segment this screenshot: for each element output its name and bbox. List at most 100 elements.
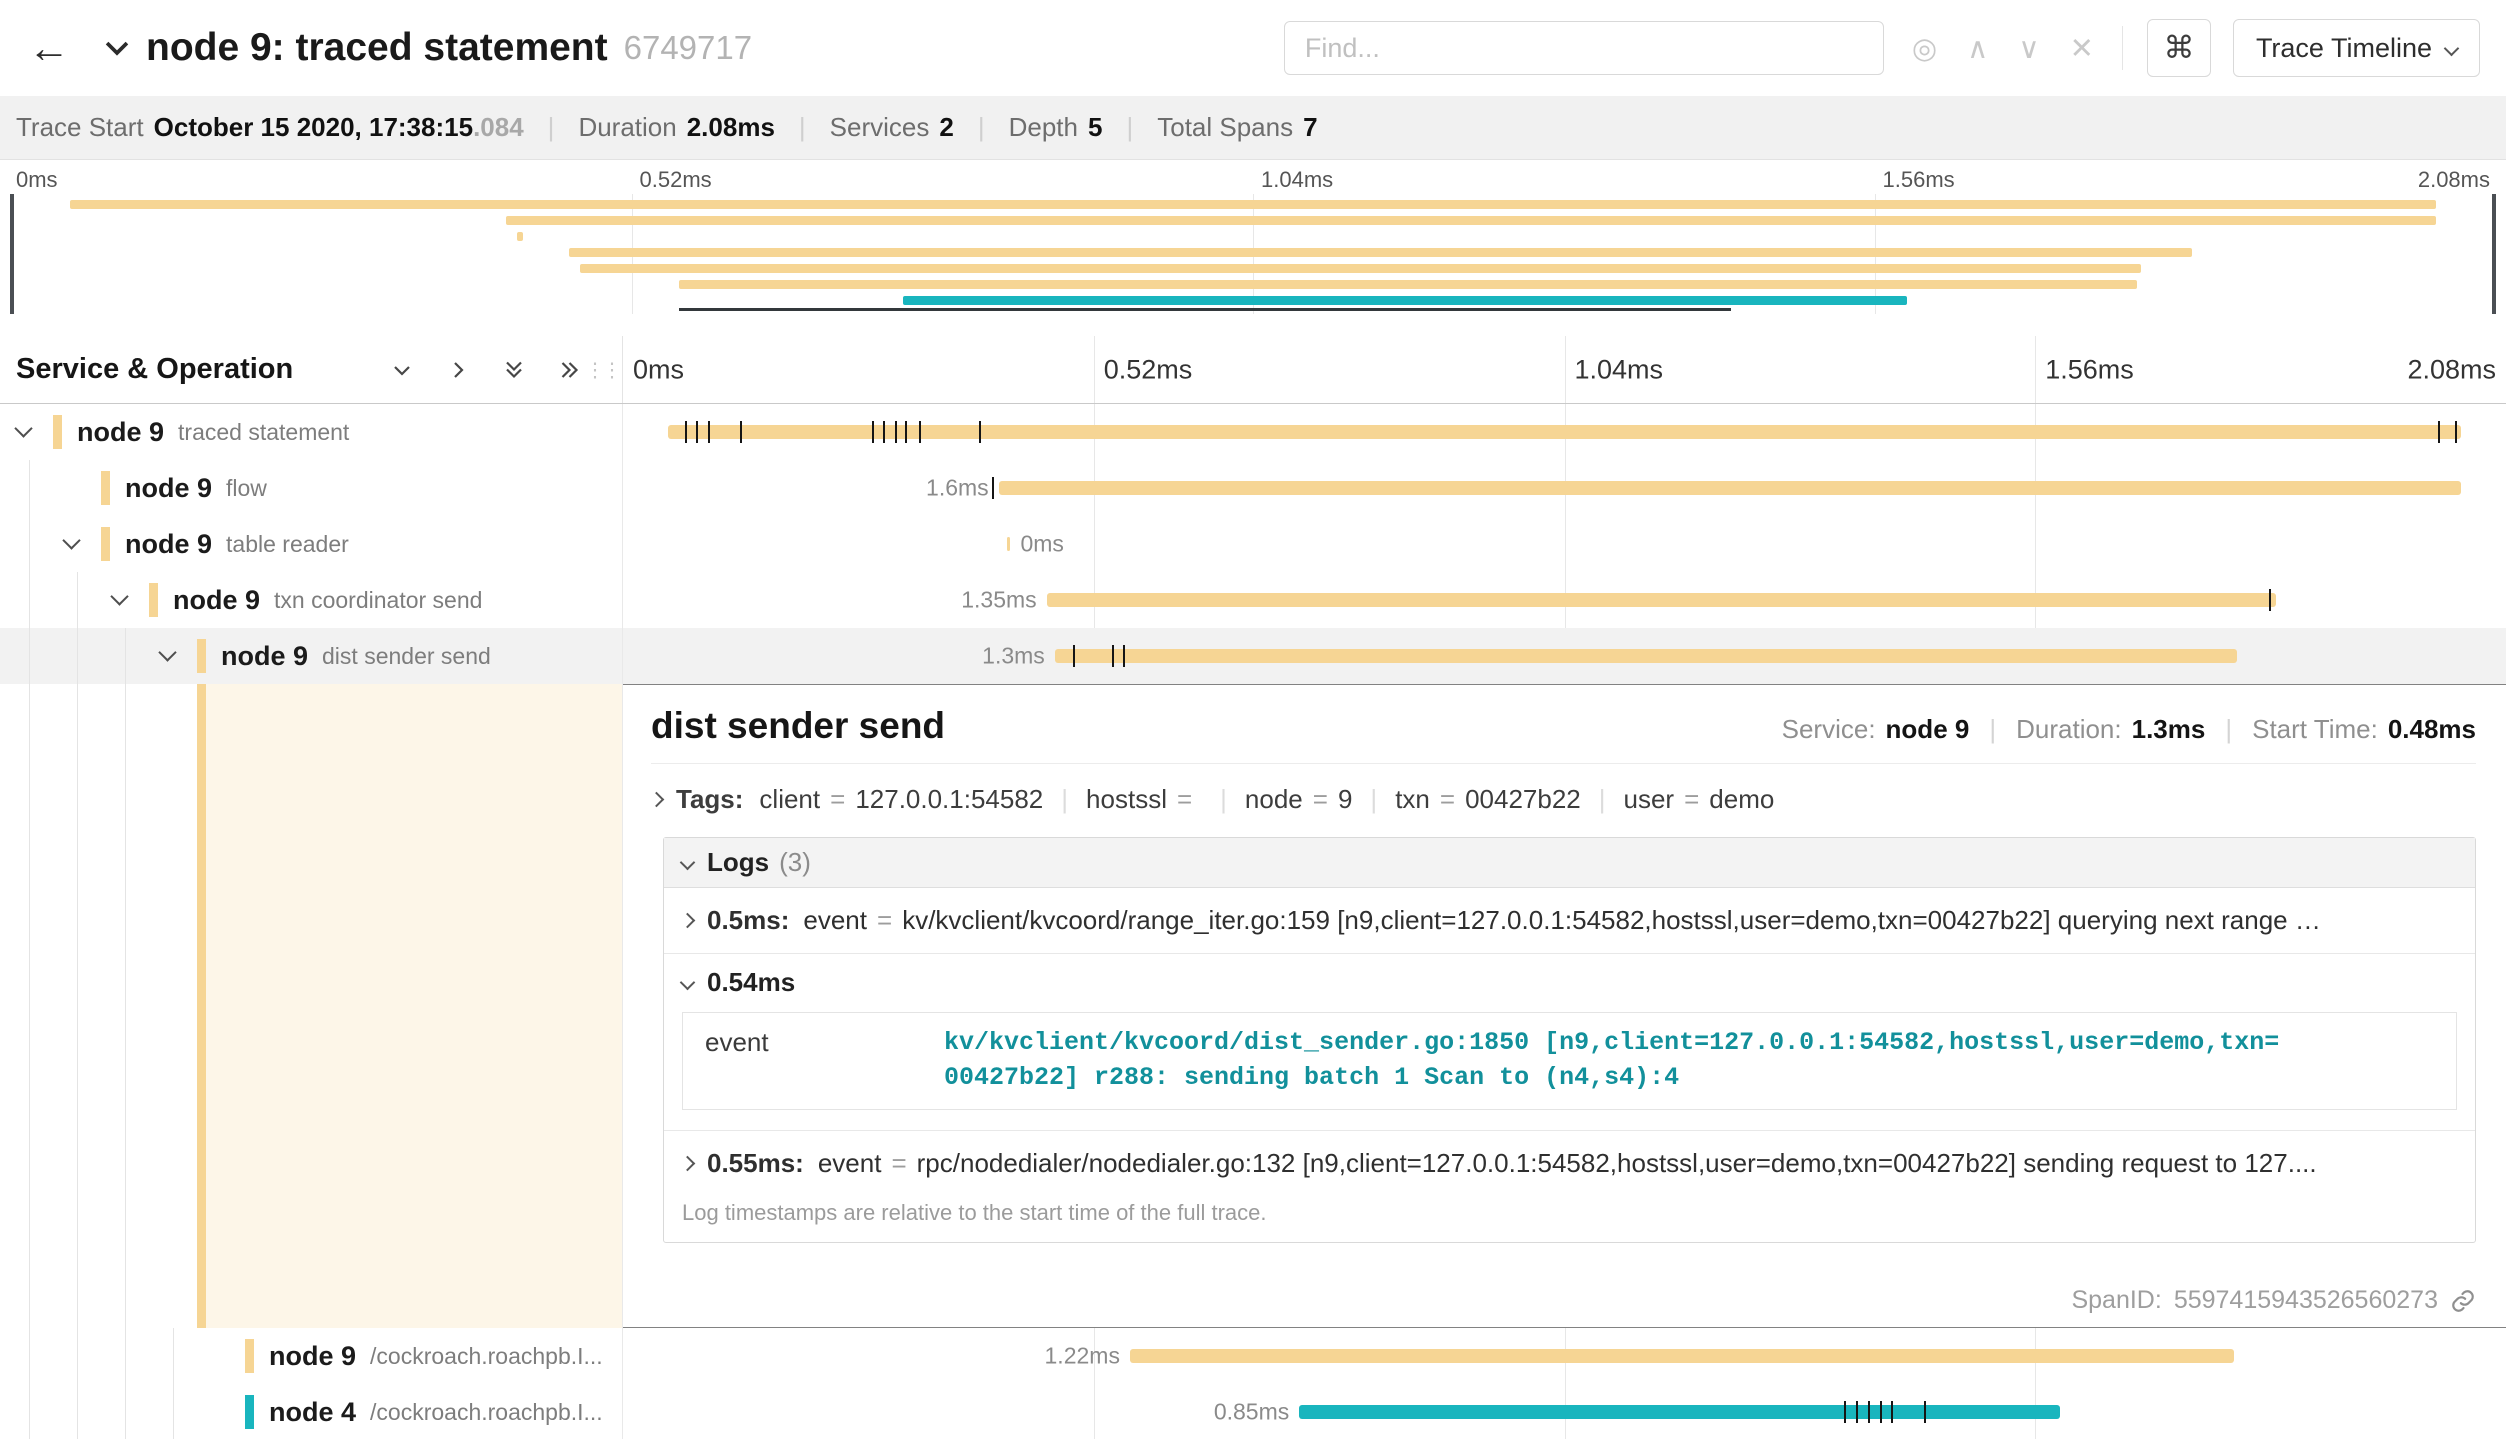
tag-equals: =: [1313, 784, 1328, 814]
chevron-down-icon[interactable]: [14, 419, 32, 437]
span-timeline-cell: 1.35ms: [623, 572, 2506, 628]
indent-guide: [29, 516, 30, 572]
span-bar[interactable]: [1299, 1405, 2059, 1419]
back-button[interactable]: ←: [14, 23, 84, 73]
span-row[interactable]: node 9txn coordinator send1.35ms: [0, 572, 2506, 628]
span-bar[interactable]: [1055, 649, 2237, 663]
logs-section: Logs (3) 0.5ms:event=kv/kvclient/kvcoord…: [663, 837, 2476, 1243]
logs-note: Log timestamps are relative to the start…: [664, 1196, 2475, 1242]
summary-value: 2: [939, 112, 953, 142]
span-color-bar: [53, 415, 62, 449]
minimap-scrubber-left[interactable]: [10, 194, 14, 314]
span-timeline-cell: [623, 404, 2506, 460]
minimap-span-bar: [517, 232, 523, 241]
span-log-tick: [992, 477, 994, 499]
chevron-down-icon[interactable]: [158, 643, 176, 661]
trace-view-selector[interactable]: Trace Timeline: [2233, 19, 2480, 77]
locate-match-icon[interactable]: ◎: [1912, 31, 1937, 66]
tag-key: user: [1624, 784, 1675, 814]
span-bar[interactable]: [668, 425, 2460, 439]
expand-all-icon[interactable]: [558, 358, 582, 382]
logs-accordion-header[interactable]: Logs (3): [664, 838, 2475, 888]
find-input[interactable]: [1284, 21, 1884, 75]
trace-minimap[interactable]: [10, 194, 2496, 314]
timeline-tick-label: 2.08ms: [2407, 354, 2496, 385]
chevron-right-icon: [680, 913, 696, 929]
collapse-trace-chevron-icon[interactable]: [100, 31, 134, 65]
span-detail-title: dist sender send: [651, 705, 945, 747]
clear-search-icon[interactable]: ✕: [2070, 31, 2094, 66]
keyboard-shortcuts-button[interactable]: ⌘: [2147, 19, 2211, 77]
log-summary-line: event=rpc/nodedialer/nodedialer.go:132 […: [818, 1148, 2457, 1179]
tag-value: demo: [1709, 784, 1774, 814]
span-log-tick: [696, 421, 698, 443]
chevron-down-icon: [2444, 40, 2460, 56]
tag-key: hostssl: [1086, 784, 1167, 814]
span-row[interactable]: node 9dist sender send1.3ms: [0, 628, 2506, 684]
span-duration-label: 1.3ms: [982, 643, 1045, 670]
summary-separator: |: [1126, 112, 1133, 143]
summary-label: Total Spans: [1157, 112, 1293, 142]
meta-value: node 9: [1886, 714, 1970, 745]
logs-count: (3): [779, 847, 811, 878]
span-log-tick: [1844, 1401, 1846, 1423]
expand-one-icon[interactable]: [446, 358, 470, 382]
timeline-tick-label: 1.56ms: [2045, 354, 2134, 385]
trace-summary: Trace StartOctober 15 2020, 17:38:15.084…: [0, 96, 2506, 160]
log-equals: =: [877, 905, 892, 935]
indent-guide: [29, 1328, 30, 1384]
tag-item: node=9: [1245, 784, 1353, 815]
summary-label: Duration: [578, 112, 676, 142]
span-log-tick: [883, 421, 885, 443]
minimap-critical-path: [679, 308, 1731, 311]
operation-name: table reader: [226, 531, 622, 558]
tag-key: client: [759, 784, 820, 814]
tag-item: client=127.0.0.1:54582: [759, 784, 1043, 815]
tags-accordion[interactable]: Tags: client=127.0.0.1:54582|hostssl=|no…: [651, 784, 2476, 815]
meta-value: 0.48ms: [2388, 714, 2476, 745]
chevron-down-icon[interactable]: [110, 587, 128, 605]
span-bar[interactable]: [1130, 1349, 2234, 1363]
indent-guide: [173, 1328, 174, 1384]
log-entry-expanded-header[interactable]: 0.54ms: [664, 954, 2475, 1010]
span-timeline-cell: 1.3ms: [623, 628, 2506, 684]
tag-separator: |: [1061, 784, 1068, 815]
next-match-icon[interactable]: ∨: [2018, 31, 2039, 66]
service-name: node 9: [221, 641, 308, 672]
span-row[interactable]: node 9flow1.6ms: [0, 460, 2506, 516]
timeline-tick-label: 1.04ms: [1261, 167, 1333, 193]
span-duration-label: 0ms: [1020, 531, 1063, 558]
span-detail-panel: dist sender send Service: node 9 | Durat…: [623, 684, 2506, 1328]
span-row[interactable]: node 9table reader0ms: [0, 516, 2506, 572]
selected-span-highlight-band: [206, 684, 622, 1328]
minimap-span-bar: [580, 264, 2141, 273]
operation-name: traced statement: [178, 419, 622, 446]
span-row[interactable]: node 9/cockroach.roachpb.I...1.22ms: [0, 1328, 2506, 1384]
span-bar[interactable]: [1047, 593, 2276, 607]
collapse-all-icon[interactable]: [502, 358, 526, 382]
deep-link-icon[interactable]: [2450, 1288, 2476, 1314]
collapse-one-icon[interactable]: [390, 358, 414, 382]
summary-label: Trace Start: [16, 112, 144, 142]
column-resizer[interactable]: ⋮⋮: [585, 357, 619, 382]
summary-item: Duration2.08ms: [578, 112, 774, 143]
minimap-span-bar: [569, 248, 2192, 257]
span-log-tick: [905, 421, 907, 443]
indent-guide: [29, 684, 30, 1328]
timeline-tick-label: 0.52ms: [640, 167, 712, 193]
trace-title: node 9: traced statement: [146, 26, 608, 70]
indent-guide: [77, 572, 78, 628]
log-entry[interactable]: 0.5ms:event=kv/kvclient/kvcoord/range_it…: [664, 888, 2475, 954]
minimap-span-bar: [903, 296, 1907, 305]
span-row[interactable]: node 9traced statement: [0, 404, 2506, 460]
span-bar[interactable]: [999, 481, 2461, 495]
chevron-down-icon[interactable]: [62, 531, 80, 549]
meta-separator: |: [2225, 714, 2232, 745]
previous-match-icon[interactable]: ∧: [1967, 31, 1988, 66]
span-row[interactable]: node 4/cockroach.roachpb.I...0.85ms: [0, 1384, 2506, 1439]
minimap-scrubber-right[interactable]: [2492, 194, 2496, 314]
log-entry[interactable]: 0.55ms:event=rpc/nodedialer/nodedialer.g…: [664, 1130, 2475, 1196]
tag-separator: |: [1599, 784, 1606, 815]
span-bar[interactable]: [1007, 537, 1011, 551]
summary-value-suffix: .084: [473, 112, 524, 142]
